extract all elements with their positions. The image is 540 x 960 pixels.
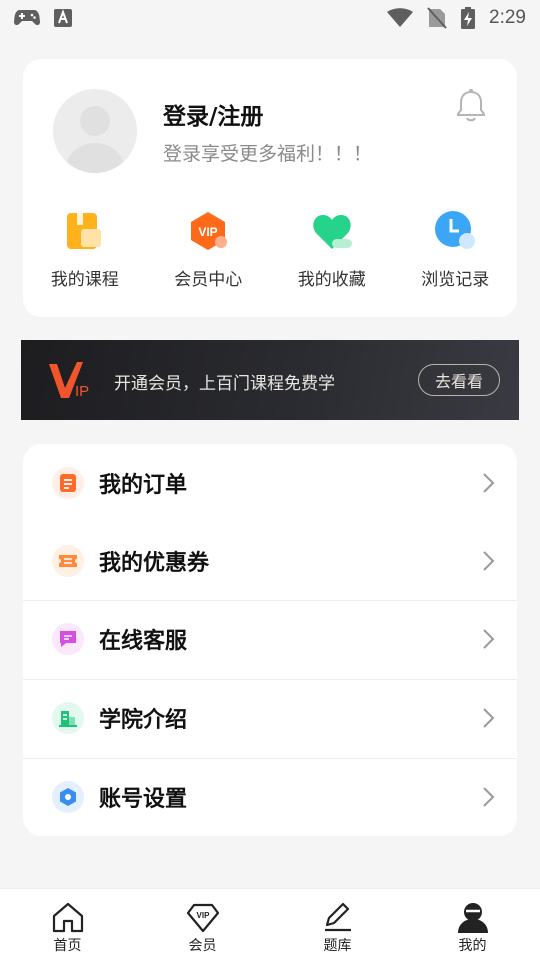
- bell-icon[interactable]: [455, 89, 487, 123]
- quick-link-vip-center[interactable]: VIP 会员中心: [147, 209, 271, 299]
- quick-link-my-courses[interactable]: 我的课程: [23, 209, 147, 299]
- banner-text: 开通会员，上百门课程免费学: [114, 374, 335, 394]
- menu-item-account-settings[interactable]: 账号设置: [23, 758, 517, 836]
- menu-item-academy-intro[interactable]: 学院介绍: [23, 679, 517, 757]
- svg-text:IP: IP: [75, 383, 89, 400]
- no-sim-icon: [427, 7, 447, 29]
- svg-text:VIP: VIP: [199, 225, 218, 239]
- bottom-tab-bar: 首页 VIP 会员 题库 我的: [0, 888, 540, 960]
- chat-icon: [52, 623, 84, 655]
- vip-diamond-icon: VIP: [186, 903, 219, 933]
- menu-item-orders[interactable]: 我的订单: [23, 444, 517, 522]
- quick-link-history[interactable]: 浏览记录: [394, 209, 518, 299]
- home-icon: [52, 902, 83, 933]
- chevron-right-icon: [483, 551, 495, 571]
- chevron-right-icon: [483, 787, 495, 807]
- vip-logo-icon: IP: [49, 362, 89, 400]
- tab-mine[interactable]: 我的: [405, 889, 540, 960]
- chevron-right-icon: [483, 473, 495, 493]
- building-icon: [52, 702, 84, 734]
- svg-text:VIP: VIP: [196, 911, 210, 920]
- quick-link-favorites[interactable]: 我的收藏: [270, 209, 394, 299]
- chevron-right-icon: [483, 629, 495, 649]
- vip-icon: VIP: [191, 212, 228, 250]
- settings-icon: [52, 781, 84, 813]
- user-icon: [457, 903, 488, 933]
- clock-time: 2:29: [489, 7, 526, 28]
- tab-question-bank[interactable]: 题库: [270, 889, 405, 960]
- profile-card: 登录/注册 登录享受更多福利！！！ 我的课程 VIP 会员中心 我的收藏 浏览记…: [23, 59, 517, 317]
- keyboard-a-icon: [54, 9, 72, 27]
- course-icon: [66, 213, 101, 249]
- heart-icon: [313, 215, 352, 249]
- banner-view-button[interactable]: 去看看: [418, 364, 500, 396]
- wifi-icon: [387, 8, 414, 27]
- coupon-icon: [52, 545, 84, 577]
- chevron-right-icon: [483, 708, 495, 728]
- menu-item-customer-service[interactable]: 在线客服: [23, 600, 517, 678]
- battery-charging-icon: [461, 7, 476, 29]
- avatar[interactable]: [53, 89, 137, 173]
- clock-icon: [435, 211, 476, 249]
- vip-banner[interactable]: IP 开通会员，上百门课程免费学 去看看: [21, 340, 519, 420]
- login-register-link[interactable]: 登录/注册: [163, 97, 263, 131]
- order-icon: [52, 467, 84, 499]
- tab-home[interactable]: 首页: [0, 889, 135, 960]
- login-benefit-text: 登录享受更多福利！！！: [163, 143, 373, 165]
- gamepad-icon: [14, 10, 40, 26]
- quick-links: 我的课程 VIP 会员中心 我的收藏 浏览记录: [23, 209, 517, 299]
- status-bar: 2:29: [0, 0, 540, 36]
- tab-vip[interactable]: VIP 会员: [135, 889, 270, 960]
- avatar-placeholder-icon: [65, 106, 125, 173]
- menu-card: 我的订单 我的优惠券 在线客服 学院介绍 账号设置: [23, 444, 517, 836]
- menu-item-coupons[interactable]: 我的优惠券: [23, 522, 517, 600]
- pen-icon: [324, 902, 351, 932]
